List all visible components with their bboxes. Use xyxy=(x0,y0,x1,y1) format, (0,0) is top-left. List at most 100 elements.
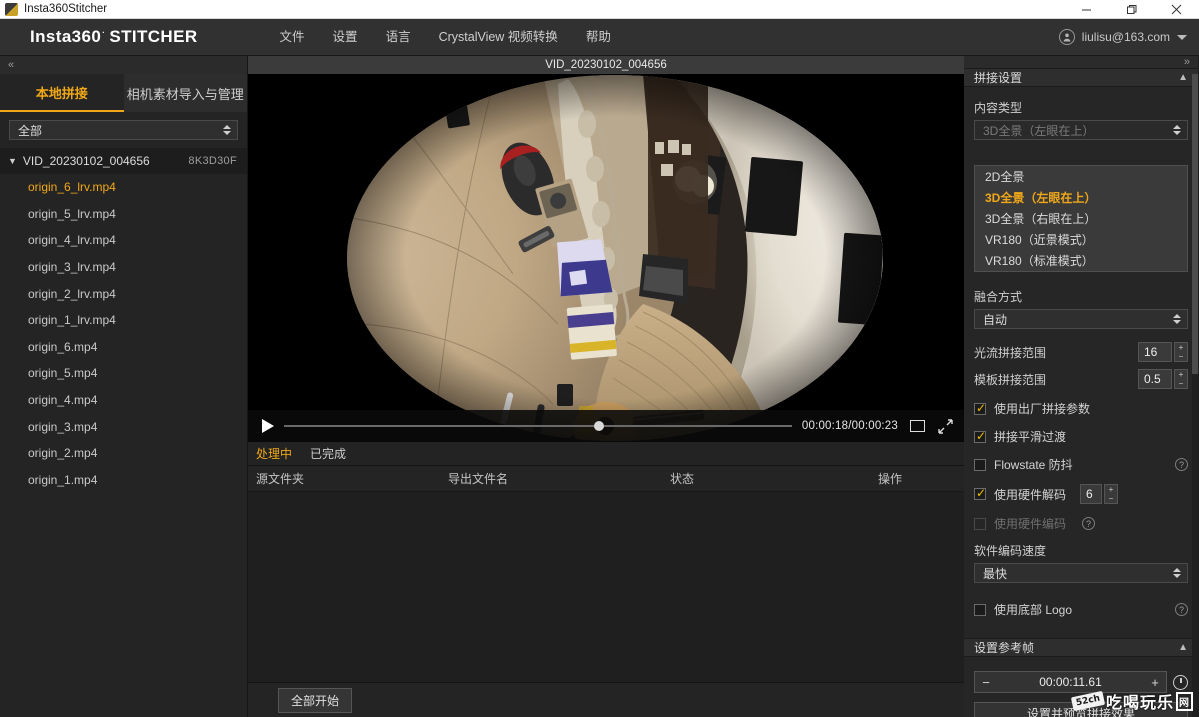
section-stitch-settings[interactable]: 拼接设置 ▲ xyxy=(964,68,1198,87)
tab-processing[interactable]: 处理中 xyxy=(256,445,292,462)
dropdown-option-vr180-standard[interactable]: VR180（标准模式） xyxy=(975,250,1187,271)
menu-item-help[interactable]: 帮助 xyxy=(572,19,625,56)
optical-flow-range-input[interactable]: 16 xyxy=(1138,342,1172,362)
maximize-icon[interactable] xyxy=(1109,0,1154,19)
file-filter-select[interactable]: 全部 xyxy=(9,120,238,140)
window-title: Insta360Stitcher xyxy=(24,3,108,15)
reference-frame-pane: − 00:00:11.61 + 设置并预览拼接效果 当前参考帧为 00:00:1… xyxy=(964,657,1198,717)
scrollbar-thumb[interactable] xyxy=(1192,74,1198,374)
list-item[interactable]: origin_1_lrv.mp4 xyxy=(0,307,247,334)
hardware-decode-threads[interactable]: 6 + − xyxy=(1080,484,1119,504)
checkbox-bottom-logo[interactable]: 使用底部 Logo ? xyxy=(974,601,1188,618)
content-type-value: 3D全景（左眼在上） xyxy=(983,123,1095,138)
clock-icon[interactable] xyxy=(1173,674,1188,690)
minimize-icon[interactable] xyxy=(1064,0,1109,19)
column-header-source: 源文件夹 xyxy=(256,472,305,486)
file-group-tag: 8K3D30F xyxy=(188,155,237,167)
decrement-button[interactable]: − xyxy=(975,675,997,690)
increment-button[interactable]: + xyxy=(1144,675,1166,690)
progress-slider[interactable] xyxy=(284,421,792,431)
section-title: 设置参考帧 xyxy=(974,641,1035,655)
checkbox-flowstate[interactable]: Flowstate 防抖 ? xyxy=(974,456,1188,473)
help-icon[interactable]: ? xyxy=(1175,603,1188,616)
dropdown-option-2d-panorama[interactable]: 2D全景 xyxy=(975,166,1187,187)
start-all-button[interactable]: 全部开始 xyxy=(278,687,353,713)
checkbox-smooth-transition[interactable]: 拼接平滑过渡 xyxy=(974,428,1188,445)
video-title: VID_20230102_004656 xyxy=(248,56,964,74)
help-icon[interactable]: ? xyxy=(1082,517,1096,530)
list-item[interactable]: origin_3.mp4 xyxy=(0,413,247,440)
template-range-row: 模板拼接范围 0.5 + − xyxy=(974,369,1188,389)
checkbox-icon xyxy=(974,517,986,530)
tab-camera-import[interactable]: 相机素材导入与管理 xyxy=(123,74,247,112)
blend-mode-label: 融合方式 xyxy=(974,290,1023,304)
timecode-label: 00:00:18/00:00:23 xyxy=(801,420,898,432)
preview-stitch-button[interactable]: 设置并预览拼接效果 xyxy=(974,702,1188,717)
list-item[interactable]: origin_3_lrv.mp4 xyxy=(0,254,247,281)
software-encode-speed-label: 软件编码速度 xyxy=(974,544,1047,558)
dropdown-option-3d-panorama-left-top[interactable]: 3D全景（左眼在上） xyxy=(975,187,1187,208)
picture-in-picture-icon[interactable] xyxy=(908,417,926,435)
checkbox-label: 使用硬件解码 xyxy=(994,487,1067,502)
list-item[interactable]: origin_1.mp4 xyxy=(0,467,247,494)
collapse-right-button[interactable]: » xyxy=(964,56,1198,68)
chevron-updown-icon xyxy=(223,125,231,135)
dropdown-option-vr180-close[interactable]: VR180（近景模式） xyxy=(975,229,1187,250)
tab-local-stitch[interactable]: 本地拼接 xyxy=(0,74,124,112)
account-menu[interactable]: liulisu@163.com xyxy=(1058,29,1187,45)
help-icon[interactable]: ? xyxy=(1175,458,1188,471)
optical-flow-range-stepper[interactable]: + − xyxy=(1174,342,1188,362)
list-item[interactable]: origin_6.mp4 xyxy=(0,334,247,361)
list-item[interactable]: origin_5_lrv.mp4 xyxy=(0,201,247,228)
checkbox-factory-params[interactable]: 使用出厂拼接参数 xyxy=(974,400,1188,417)
app-header: Insta360 · STITCHER 文件 设置 语言 CrystalView… xyxy=(0,19,1199,56)
menu-item-crystalview[interactable]: CrystalView 视频转换 xyxy=(425,19,572,56)
file-group-name: VID_20230102_004656 xyxy=(22,154,150,168)
left-tabs: 本地拼接 相机素材导入与管理 xyxy=(0,74,247,112)
hardware-decode-stepper[interactable]: + − xyxy=(1104,484,1119,504)
collapse-left-button[interactable]: « xyxy=(0,56,247,74)
app-root: Insta360Stitcher Insta360 · STITCHER 文件 … xyxy=(0,0,1199,717)
chevron-updown-icon xyxy=(1173,125,1181,135)
template-range-input[interactable]: 0.5 xyxy=(1138,369,1172,389)
job-tabs: 处理中 已完成 xyxy=(248,442,964,466)
content-type-select[interactable]: 3D全景（左眼在上） xyxy=(974,120,1188,140)
optical-flow-range-row: 光流拼接范围 16 + − xyxy=(974,342,1188,362)
tab-completed[interactable]: 已完成 xyxy=(310,445,346,462)
menu-item-file[interactable]: 文件 xyxy=(266,19,319,56)
section-reference-frame[interactable]: 设置参考帧 ▲ xyxy=(964,638,1198,657)
right-panel-scrollbar[interactable] xyxy=(1192,74,1198,717)
list-item[interactable]: origin_5.mp4 xyxy=(0,360,247,387)
template-range-stepper[interactable]: + − xyxy=(1174,369,1188,389)
list-item[interactable]: origin_4_lrv.mp4 xyxy=(0,227,247,254)
file-group-header[interactable]: ▼ VID_20230102_004656 8K3D30F xyxy=(0,148,247,174)
list-item[interactable]: origin_2_lrv.mp4 xyxy=(0,280,247,307)
main-body: « 本地拼接 相机素材导入与管理 全部 ▼ VID_20230102_00465… xyxy=(0,56,1199,717)
optical-flow-range-label: 光流拼接范围 xyxy=(974,345,1047,360)
fullscreen-icon[interactable] xyxy=(936,417,954,435)
menu-item-language[interactable]: 语言 xyxy=(372,19,425,56)
software-encode-speed-select[interactable]: 最快 xyxy=(974,563,1188,583)
list-item[interactable]: origin_6_lrv.mp4 xyxy=(0,174,247,201)
play-icon[interactable] xyxy=(262,419,274,433)
list-item[interactable]: origin_4.mp4 xyxy=(0,387,247,414)
checkbox-hardware-decode[interactable]: 使用硬件解码 6 +− xyxy=(974,484,1188,504)
content-type-dropdown[interactable]: 2D全景 3D全景（左眼在上） 3D全景（右眼在上） VR180（近景模式） V… xyxy=(974,165,1188,272)
job-table-header: 源文件夹 导出文件名 状态 操作 xyxy=(248,466,964,492)
window-titlebar: Insta360Stitcher xyxy=(0,0,1199,19)
chevron-up-icon: ▲ xyxy=(1178,642,1188,653)
reference-frame-field[interactable]: − 00:00:11.61 + xyxy=(974,671,1167,693)
hardware-decode-value[interactable]: 6 xyxy=(1080,484,1103,504)
chevron-down-icon: ▼ xyxy=(8,156,17,166)
checkbox-icon xyxy=(974,603,986,616)
chevron-updown-icon xyxy=(1173,568,1181,578)
blend-mode-select[interactable]: 自动 xyxy=(974,309,1188,329)
reference-frame-value: 00:00:11.61 xyxy=(1039,675,1102,689)
menu-item-settings[interactable]: 设置 xyxy=(319,19,372,56)
fisheye-frame xyxy=(343,74,888,442)
close-icon[interactable] xyxy=(1154,0,1199,19)
list-item[interactable]: origin_2.mp4 xyxy=(0,440,247,467)
progress-knob[interactable] xyxy=(593,421,604,431)
dropdown-option-3d-panorama-right-top[interactable]: 3D全景（右眼在上） xyxy=(975,208,1187,229)
video-preview[interactable] xyxy=(248,74,964,442)
